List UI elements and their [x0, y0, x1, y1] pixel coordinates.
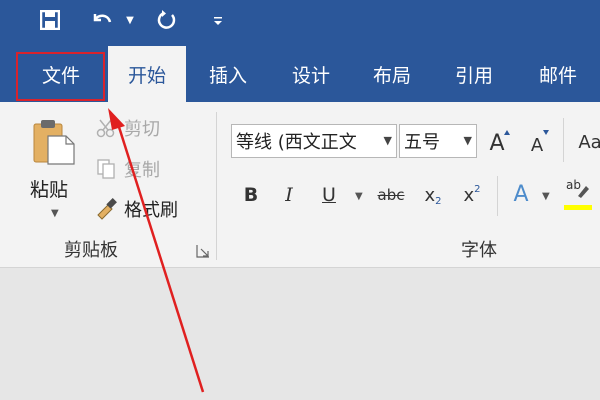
dialog-launcher-icon	[196, 245, 209, 258]
redo-button[interactable]	[152, 6, 182, 34]
tab-label: 邮件	[538, 64, 577, 87]
text-effects-button[interactable]: A	[508, 179, 534, 209]
underline-button[interactable]: U	[316, 180, 342, 210]
tab-label: 引用	[454, 64, 493, 87]
subscript-button[interactable]: x2	[420, 180, 446, 210]
change-case-label: Aa	[578, 131, 600, 153]
underline-dropdown[interactable]: ▼	[355, 191, 363, 202]
bold-label: B	[243, 184, 259, 206]
text-effects-label: A	[513, 181, 529, 207]
font-row-separator	[497, 176, 498, 216]
scissors-icon	[94, 116, 118, 140]
superscript-button[interactable]: x2	[459, 180, 485, 210]
tab-insert[interactable]: 插入	[192, 46, 264, 102]
undo-dropdown[interactable]: ▼	[120, 6, 140, 34]
customize-qat-button[interactable]	[208, 6, 228, 34]
clipboard-dialog-launcher[interactable]	[196, 243, 210, 258]
shrink-font-button[interactable]: A	[525, 130, 549, 160]
tab-home[interactable]: 开始	[108, 46, 186, 102]
chevron-down-icon[interactable]: ▼	[384, 134, 392, 147]
tab-label: 插入	[208, 64, 247, 87]
tab-mailings[interactable]: 邮件	[522, 46, 594, 102]
italic-label: I	[285, 184, 293, 206]
tab-label: 布局	[372, 64, 411, 87]
strikethrough-label: abc	[377, 186, 405, 204]
save-button[interactable]	[36, 6, 64, 34]
subscript-mark: 2	[435, 195, 442, 207]
tab-layout[interactable]: 布局	[356, 46, 428, 102]
redo-icon	[157, 10, 176, 29]
clipboard-group-label: 剪贴板	[64, 240, 118, 261]
copy-button[interactable]: 复制	[94, 156, 160, 182]
bold-button[interactable]: B	[238, 180, 264, 210]
font-size-combo[interactable]: 五号 ▼	[399, 124, 477, 158]
paste-dropdown-icon[interactable]: ▼	[51, 208, 59, 219]
save-icon	[40, 10, 60, 30]
undo-icon	[93, 14, 112, 23]
change-case-button[interactable]: Aa	[576, 127, 600, 157]
quick-access-toolbar: ▼	[0, 0, 600, 46]
file-tab-highlight-box	[16, 52, 105, 101]
paste-label: 粘贴	[30, 179, 69, 201]
font-name-combo[interactable]: 等线 (西文正文 ▼	[231, 124, 397, 158]
font-size-value: 五号	[404, 132, 440, 153]
tab-label: 设计	[291, 64, 330, 87]
document-area[interactable]	[0, 268, 600, 400]
superscript-label: x	[463, 184, 475, 206]
cut-label: 剪切	[124, 119, 160, 140]
font-name-value: 等线 (西文正文	[236, 132, 357, 153]
font-group-label: 字体	[461, 240, 497, 261]
italic-button[interactable]: I	[276, 180, 302, 210]
underline-label: U	[322, 184, 336, 206]
group-separator	[216, 112, 217, 260]
grow-font-button[interactable]: A	[484, 128, 510, 158]
text-effects-dropdown[interactable]: ▼	[542, 191, 550, 202]
word-window: ▼ 文件 开始 插入 设计 布局 引用 邮件 粘贴 ▼ 剪切 复制 格式刷 剪贴…	[0, 0, 600, 400]
format-painter-icon	[94, 197, 118, 221]
tab-references[interactable]: 引用	[438, 46, 510, 102]
highlighter-icon	[578, 186, 589, 198]
shrink-arrow-icon	[543, 130, 549, 135]
grow-arrow-icon	[504, 130, 510, 135]
strikethrough-button[interactable]: abc	[375, 180, 407, 210]
highlight-color-swatch	[564, 205, 592, 210]
chevron-down-icon: ▼	[126, 14, 134, 26]
grow-font-label: A	[489, 130, 505, 156]
clipboard-icon	[33, 120, 75, 165]
undo-button[interactable]	[88, 6, 116, 34]
copy-label: 复制	[124, 160, 160, 181]
superscript-mark: 2	[474, 183, 481, 195]
subscript-label: x	[424, 184, 436, 206]
font-row-separator	[563, 118, 564, 162]
chevron-down-icon[interactable]: ▼	[464, 134, 472, 147]
tab-design[interactable]: 设计	[274, 46, 348, 102]
format-painter-label: 格式刷	[124, 200, 178, 221]
tab-label: 开始	[127, 64, 166, 87]
cut-button[interactable]: 剪切	[94, 115, 160, 141]
shrink-font-label: A	[530, 134, 544, 156]
customize-qat-icon	[214, 17, 222, 25]
copy-icon	[94, 157, 118, 181]
format-painter-button[interactable]: 格式刷	[94, 196, 178, 222]
highlight-button[interactable]: ab	[562, 178, 596, 210]
